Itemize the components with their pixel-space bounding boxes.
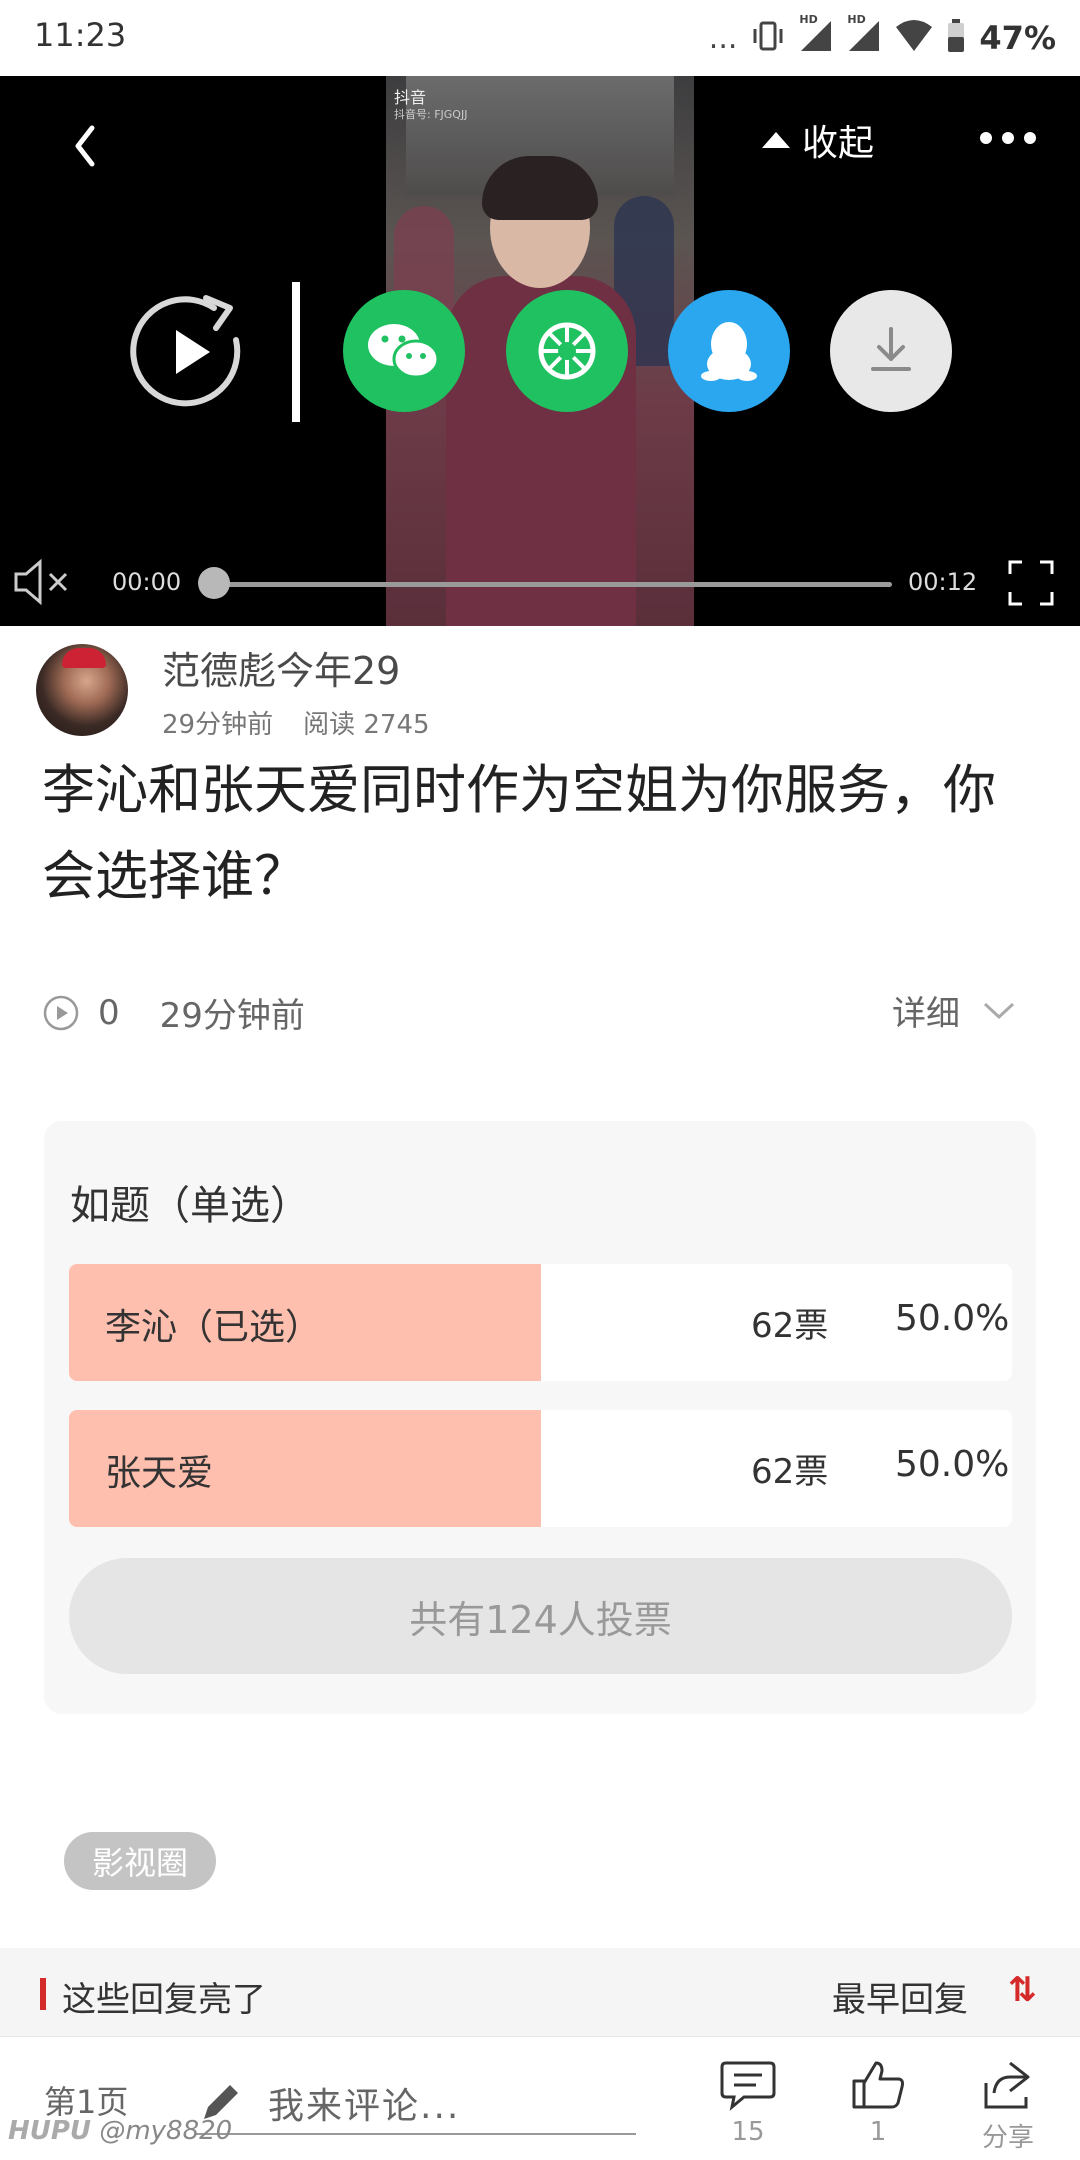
status-bar: 11:23 ... HD HD 47% bbox=[0, 0, 1080, 76]
share-wechat-button[interactable] bbox=[343, 290, 465, 412]
poll-option[interactable]: 李沁（已选） 62票 50.0% bbox=[69, 1264, 1012, 1381]
play-count: 0 bbox=[98, 992, 120, 1033]
collapse-button[interactable]: 收起 bbox=[762, 114, 874, 166]
poll-title: 如题（单选） bbox=[70, 1183, 310, 1229]
sort-icon[interactable]: ⇅ bbox=[1008, 1970, 1037, 2010]
more-dot-icon bbox=[1002, 132, 1014, 144]
download-button[interactable] bbox=[830, 290, 952, 412]
thumbs-up-icon bbox=[852, 2061, 904, 2109]
moments-icon bbox=[538, 322, 596, 380]
poll-option[interactable]: 张天爱 62票 50.0% bbox=[69, 1410, 1012, 1527]
video-player[interactable]: 抖音 抖音号: FJGQJJ 收起 00:00 00:12 bbox=[0, 76, 1080, 626]
back-arrow-icon bbox=[75, 125, 95, 167]
avatar[interactable] bbox=[36, 644, 128, 736]
author-name[interactable]: 范德彪今年29 bbox=[162, 640, 400, 695]
download-icon bbox=[871, 327, 911, 371]
divider bbox=[292, 282, 300, 422]
more-dot-icon bbox=[1024, 132, 1036, 144]
progress-track[interactable] bbox=[212, 582, 892, 587]
replies-header: 这些回复亮了 最早回复 ⇅ bbox=[0, 1948, 1080, 2036]
collapse-label: 收起 bbox=[802, 123, 875, 164]
muted-speaker-icon bbox=[14, 558, 68, 606]
poll-option-label: 李沁（已选） bbox=[105, 1307, 322, 1348]
poll-option-percent: 50.0% bbox=[895, 1444, 1010, 1485]
watermark-brand: HUPU bbox=[8, 2116, 92, 2146]
battery-icon bbox=[947, 19, 965, 57]
share-icon bbox=[984, 2061, 1030, 2109]
signal-hd-icon: HD bbox=[799, 13, 833, 57]
details-label: 详细 bbox=[892, 994, 960, 1034]
video-watermark-id: 抖音号: FJGQJJ bbox=[394, 108, 468, 121]
video-watermark-app: 抖音 bbox=[394, 88, 427, 107]
back-button[interactable] bbox=[62, 116, 112, 176]
poll-option-percent: 50.0% bbox=[895, 1298, 1010, 1339]
share-button[interactable]: 分享 bbox=[968, 2059, 1048, 2154]
like-button[interactable]: 1 bbox=[838, 2059, 918, 2147]
poll-option-votes: 62票 bbox=[751, 1452, 829, 1492]
status-time: 11:23 bbox=[34, 16, 127, 54]
mute-button[interactable] bbox=[12, 554, 72, 610]
collapse-arrow-icon bbox=[762, 132, 790, 148]
likes-count: 1 bbox=[869, 2117, 887, 2147]
poll-option-votes: 62票 bbox=[751, 1306, 829, 1346]
progress-thumb[interactable] bbox=[198, 567, 230, 599]
comment-placeholder: 我来评论... bbox=[268, 2086, 461, 2127]
play-count-icon bbox=[43, 995, 79, 1030]
more-dots-icon: ... bbox=[708, 20, 738, 56]
comments-button[interactable]: 15 bbox=[708, 2059, 788, 2147]
watermark-user: @my8820 bbox=[99, 2116, 233, 2146]
wechat-icon bbox=[368, 324, 440, 379]
status-icons: ... HD HD 47% bbox=[708, 13, 1056, 62]
post-meta: 29分钟前 阅读 2745 bbox=[162, 704, 430, 741]
hd-label-2: HD bbox=[847, 13, 866, 26]
duration: 00:12 bbox=[908, 568, 978, 596]
post-time: 29分钟前 bbox=[162, 710, 274, 740]
comment-bubble-icon bbox=[720, 2061, 776, 2111]
details-toggle[interactable]: 详细 bbox=[892, 986, 1016, 1035]
poll-total-button[interactable]: 共有124人投票 bbox=[69, 1558, 1012, 1674]
signal-hd-icon-2: HD bbox=[847, 13, 881, 57]
stats-time: 29分钟前 bbox=[159, 996, 305, 1036]
post-stats: 0 29分钟前 bbox=[42, 988, 305, 1037]
sort-button[interactable]: 最早回复 bbox=[832, 1972, 968, 2021]
qq-penguin-icon bbox=[701, 322, 757, 381]
watermark: HUPU @my8820 bbox=[8, 2116, 232, 2146]
wifi-icon bbox=[895, 19, 933, 57]
battery-percent: 47% bbox=[979, 19, 1056, 57]
hd-label: HD bbox=[799, 13, 818, 26]
fullscreen-button[interactable] bbox=[1008, 560, 1054, 606]
share-qq-button[interactable] bbox=[668, 290, 790, 412]
poll-card: 如题（单选） 李沁（已选） 62票 50.0% 张天爱 62票 50.0% 共有… bbox=[44, 1121, 1036, 1714]
more-options-button[interactable] bbox=[980, 132, 1036, 144]
category-tag[interactable]: 影视圈 bbox=[64, 1832, 216, 1890]
post-title: 李沁和张天爱同时作为空姐为你服务，你会选择谁？ bbox=[42, 760, 996, 907]
replay-button[interactable] bbox=[126, 290, 252, 416]
chevron-down-icon bbox=[983, 1002, 1015, 1019]
current-time: 00:00 bbox=[112, 568, 182, 596]
replay-icon bbox=[130, 295, 241, 407]
more-dot-icon bbox=[980, 132, 992, 144]
comments-count: 15 bbox=[731, 2117, 765, 2147]
comment-input[interactable]: 我来评论... bbox=[196, 2065, 636, 2135]
accent-bar bbox=[40, 1978, 46, 2010]
poll-option-label: 张天爱 bbox=[105, 1453, 214, 1494]
replies-title: 这些回复亮了 bbox=[62, 1980, 266, 2020]
share-label: 分享 bbox=[981, 2123, 1034, 2153]
share-moments-button[interactable] bbox=[506, 290, 628, 412]
fullscreen-icon bbox=[1008, 560, 1054, 606]
vibrate-icon bbox=[751, 19, 785, 57]
read-count: 阅读 2745 bbox=[303, 710, 430, 740]
